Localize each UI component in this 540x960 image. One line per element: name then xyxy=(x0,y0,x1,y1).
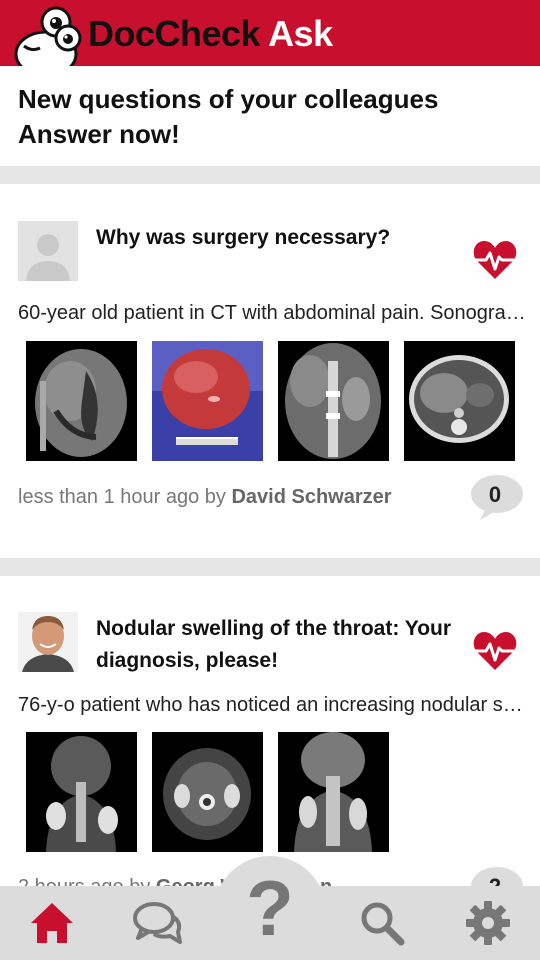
mri-axial-neck-image[interactable] xyxy=(152,732,263,852)
heart-pulse-icon[interactable] xyxy=(472,630,518,672)
intro-line-2: Answer now! xyxy=(18,119,180,149)
home-icon xyxy=(31,903,73,943)
brand-ask: Ask xyxy=(268,13,333,54)
heart-pulse-icon[interactable] xyxy=(472,239,518,281)
question-card[interactable]: Nodular swelling of the throat: Your dia… xyxy=(0,576,540,912)
app-brand: DocCheck Ask xyxy=(88,12,333,56)
man-photo-avatar xyxy=(18,612,78,672)
intro-banner[interactable]: New questions of your colleagues Answer … xyxy=(0,66,540,168)
question-meta: less than 1 hour ago by David Schwarzer xyxy=(18,484,392,510)
ct-coronal-abdomen-image[interactable] xyxy=(26,341,137,461)
question-title[interactable]: Why was surgery necessary? xyxy=(96,222,456,254)
placeholder-avatar xyxy=(18,221,78,281)
app-header: DocCheck Ask xyxy=(0,0,540,66)
ct-axial-abdomen-image[interactable] xyxy=(404,341,515,461)
nav-home[interactable] xyxy=(12,886,92,960)
question-text: 76-y-o patient who has noticed an increa… xyxy=(18,694,526,716)
question-time: less than 1 hour ago by xyxy=(18,486,226,508)
separator xyxy=(0,166,540,184)
nav-settings[interactable] xyxy=(448,886,528,960)
nav-chat[interactable] xyxy=(118,886,198,960)
separator xyxy=(0,558,540,576)
ask-question-icon[interactable]: ? xyxy=(214,866,326,950)
answer-count: 0 xyxy=(488,482,502,507)
mri-coronal-neck-image[interactable] xyxy=(26,732,137,852)
intro-line-1: New questions of your colleagues xyxy=(18,84,439,114)
nav-search[interactable] xyxy=(342,886,422,960)
doccheck-mascot-logo xyxy=(14,6,82,66)
ct-coronal-abdomen-2-image[interactable] xyxy=(278,341,389,461)
mri-coronal-neck-2-image[interactable] xyxy=(278,732,389,852)
chat-icon xyxy=(133,902,182,944)
brand-doccheck: DocCheck xyxy=(88,13,261,54)
question-title[interactable]: Nodular swelling of the throat: Your dia… xyxy=(96,613,456,677)
question-author[interactable]: David Schwarzer xyxy=(231,486,391,508)
excised-red-mass-image[interactable] xyxy=(152,341,263,461)
settings-icon xyxy=(466,901,510,945)
search-icon xyxy=(361,902,405,946)
question-text: 60-year old patient in CT with abdominal… xyxy=(18,302,526,324)
question-card[interactable]: Why was surgery necessary? 60-year old p… xyxy=(0,184,540,558)
